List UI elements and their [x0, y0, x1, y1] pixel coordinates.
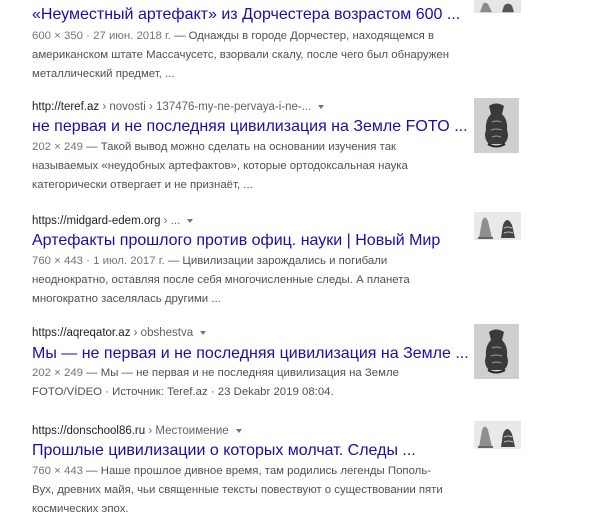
result-meta: 202 × 249 — [32, 367, 83, 379]
result-meta: 760 × 443 · 1 июл. 2017 г. — [32, 255, 165, 267]
caret-down-icon[interactable] — [235, 428, 242, 433]
result-meta: 202 × 249 — [32, 141, 83, 153]
bell-vase-thumbnail-icon[interactable] — [474, 0, 521, 13]
result-meta: 760 × 443 — [32, 465, 83, 477]
result-url[interactable]: https://aqreqator.az › obshestva — [32, 327, 207, 339]
result-snippet-text: — Такой вывод можно сделать на основании… — [32, 141, 408, 191]
result-title-link[interactable]: «Неуместный артефакт» из Дорчестера возр… — [32, 5, 460, 25]
result-snippet: 202 × 249 — Мы — не первая и не последня… — [32, 364, 452, 402]
result-path: › obshestva — [130, 327, 194, 339]
result-site: https://midgard-edem.org — [32, 215, 161, 227]
vase-sketch-thumbnail-icon[interactable] — [474, 98, 519, 153]
vase-sketch-thumbnail-icon[interactable] — [474, 324, 519, 379]
result-snippet-text: — Наше прошлое дивное время, там родилис… — [32, 465, 443, 515]
result-path: › novosti › 137476-my-ne-pervaya-i-ne-..… — [99, 101, 312, 113]
result-title-link[interactable]: не первая и не последняя цивилизация на … — [32, 117, 468, 137]
result-site: https://aqreqator.az — [32, 327, 131, 339]
result-snippet: 760 × 443 — Наше прошлое дивное время, т… — [32, 462, 452, 519]
result-title-link[interactable]: Прошлые цивилизации о которых молчат. Сл… — [32, 441, 416, 461]
result-url[interactable]: http://teref.az › novosti › 137476-my-ne… — [32, 101, 325, 113]
caret-down-icon[interactable] — [318, 104, 325, 109]
result-snippet: 600 × 350 · 27 июн. 2018 г. — Однажды в … — [32, 27, 452, 84]
caret-down-icon[interactable] — [187, 218, 194, 223]
result-url[interactable]: https://donschool86.ru › Местоимение — [32, 425, 242, 437]
bell-vase-thumbnail-icon[interactable] — [474, 212, 521, 240]
result-snippet: 760 × 443 · 1 июл. 2017 г. — Цивилизации… — [32, 252, 452, 309]
result-path: › Местоимение — [145, 425, 229, 437]
result-title-link[interactable]: Артефакты прошлого против офиц. науки | … — [32, 231, 440, 251]
result-site: https://donschool86.ru — [32, 425, 146, 437]
result-site: http://teref.az — [32, 101, 100, 113]
result-path: › ... — [160, 215, 181, 227]
result-snippet-text: — Мы — не первая и не последняя цивилиза… — [32, 367, 399, 398]
result-title-link[interactable]: Мы — не первая и не последняя цивилизаци… — [32, 344, 469, 364]
result-snippet: 202 × 249 — Такой вывод можно сделать на… — [32, 138, 452, 195]
bell-vase-thumbnail-icon[interactable] — [474, 421, 521, 449]
caret-down-icon[interactable] — [200, 330, 207, 335]
result-meta: 600 × 350 · 27 июн. 2018 г. — [32, 30, 171, 42]
result-url[interactable]: https://midgard-edem.org › ... — [32, 215, 194, 227]
